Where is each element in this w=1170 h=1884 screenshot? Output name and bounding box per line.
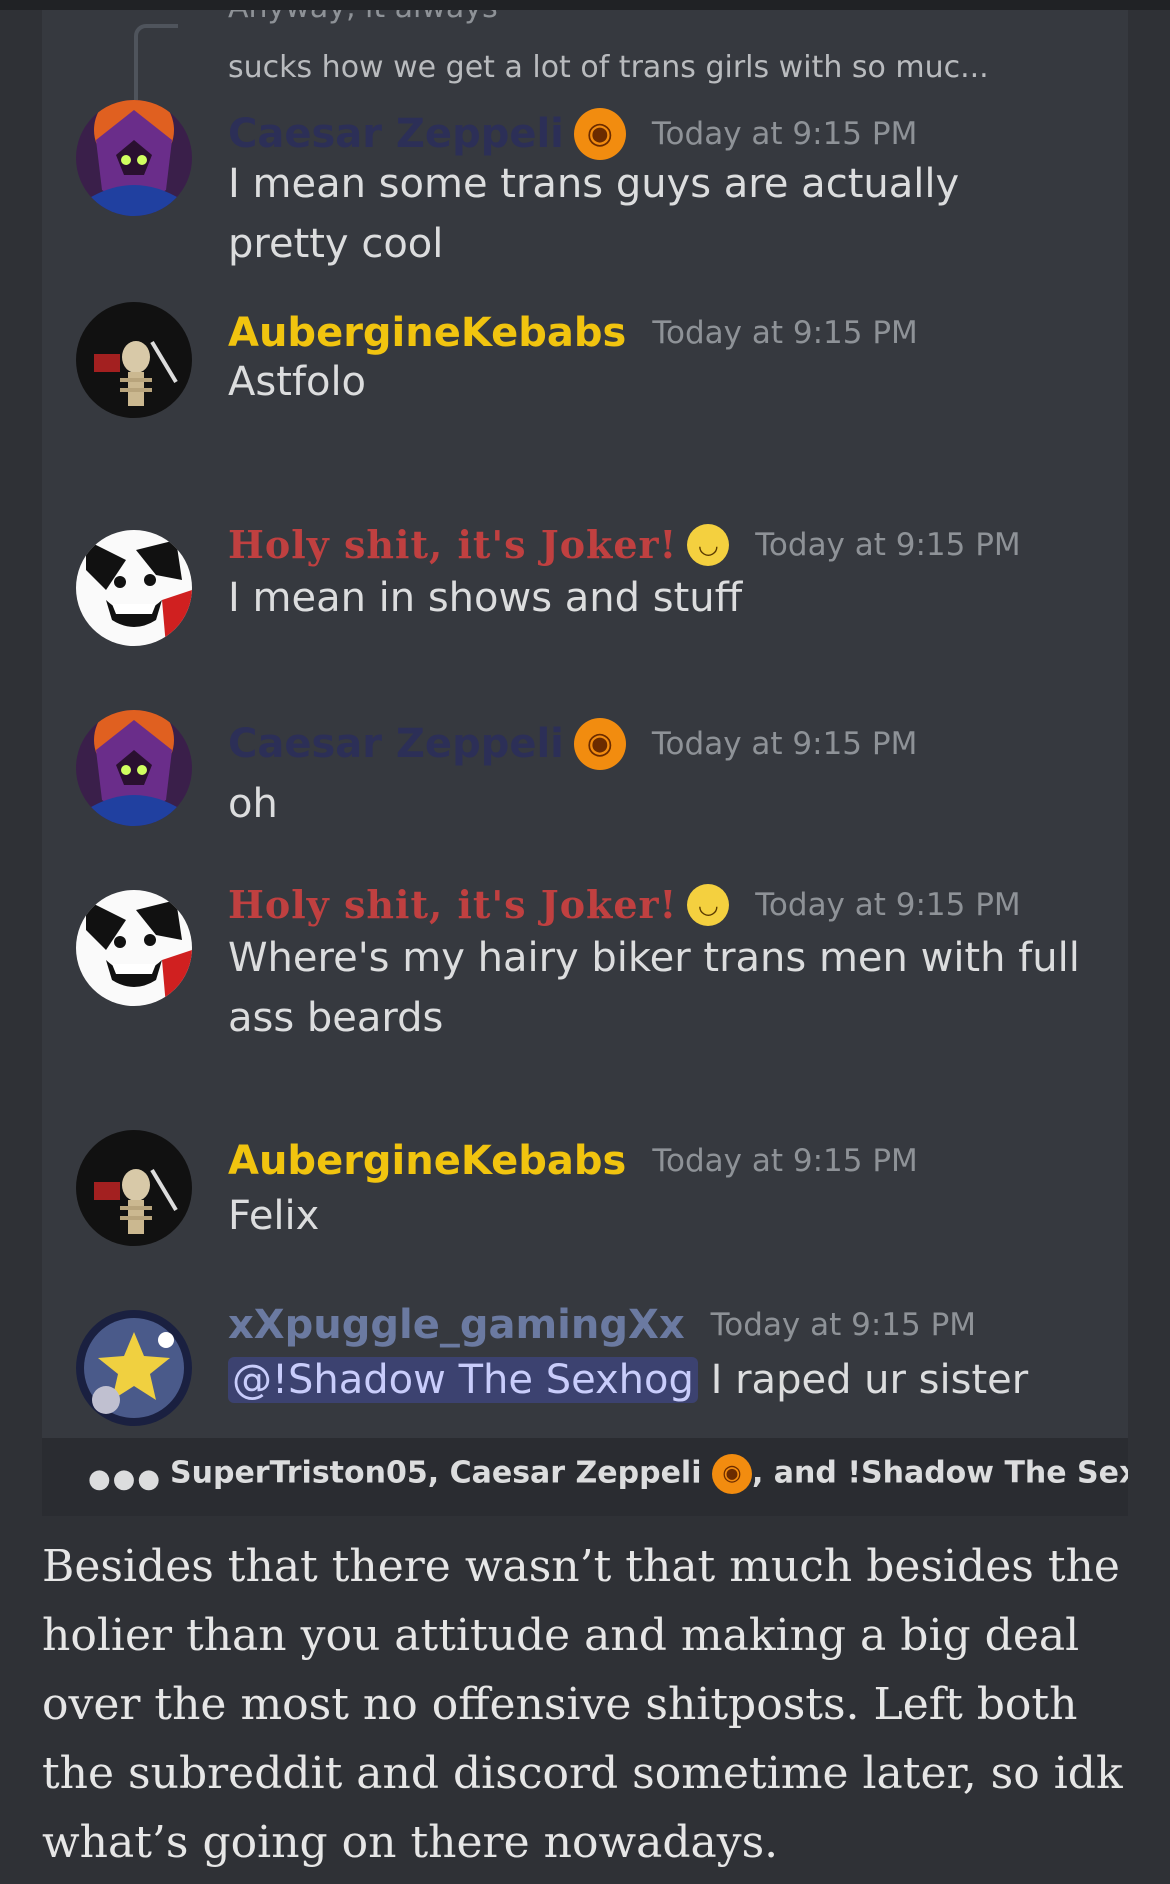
pumpkin-icon: ◉ — [711, 1454, 752, 1494]
message-header: xXpuggle_gamingXx Today at 9:15 PM — [228, 1302, 976, 1348]
message-text-content: I raped ur sister — [710, 1357, 1029, 1403]
username[interactable]: Caesar Zeppeli — [228, 111, 564, 157]
timestamp[interactable]: Today at 9:15 PM — [652, 116, 917, 152]
message-header: Holy shit, it's Joker! ◡ Today at 9:15 PM — [228, 882, 1021, 927]
avatar[interactable] — [76, 530, 192, 646]
message-text: I mean in shows and stuff — [228, 575, 743, 621]
message-header: Caesar Zeppeli ◉ Today at 9:15 PM — [228, 718, 917, 770]
username[interactable]: Holy shit, it's Joker! — [228, 522, 677, 567]
message-header: AubergineKebabs Today at 9:15 PM — [228, 310, 918, 356]
avatar[interactable] — [76, 1130, 192, 1246]
top-bar — [0, 0, 1170, 10]
message-text: Astfolo — [228, 359, 367, 405]
avatar[interactable] — [76, 1310, 192, 1426]
typing-indicator: ●●● SuperTriston05, Caesar Zeppeli ◉, an… — [42, 1438, 1128, 1516]
avatar[interactable] — [76, 302, 192, 418]
username[interactable]: xXpuggle_gamingXx — [228, 1302, 685, 1348]
username[interactable]: AubergineKebabs — [228, 310, 626, 356]
message-header: Holy shit, it's Joker! ◡ Today at 9:15 PM — [228, 522, 1021, 567]
pumpkin-icon: ◉ — [573, 718, 626, 770]
pumpkin-icon: ◉ — [573, 108, 626, 160]
reply-cut-text: Anyway, it always — [228, 10, 498, 25]
username[interactable]: Caesar Zeppeli — [228, 721, 564, 767]
timestamp[interactable]: Today at 9:15 PM — [652, 1143, 917, 1179]
message-header: AubergineKebabs Today at 9:15 PM — [228, 1138, 918, 1184]
typing-text: SuperTriston05, Caesar Zeppeli ◉, and !S… — [170, 1454, 1128, 1494]
message-text: I mean some trans guys are actually pret… — [228, 161, 960, 267]
user-mention[interactable]: @!Shadow The Sexhog — [228, 1357, 698, 1403]
typing-dots-icon: ●●● — [88, 1464, 163, 1494]
laughing-emoji-icon: ◡ — [687, 883, 730, 926]
timestamp[interactable]: Today at 9:15 PM — [755, 527, 1020, 563]
message-text: Felix — [228, 1193, 320, 1239]
message-text: Where's my hairy biker trans men with fu… — [228, 935, 1080, 1041]
timestamp[interactable]: Today at 9:15 PM — [652, 726, 917, 762]
reply-preview-text: sucks how we get a lot of trans girls wi… — [228, 50, 989, 85]
post-body-text: Besides that there wasn’t that much besi… — [42, 1541, 1123, 1868]
message-header: Caesar Zeppeli ◉ Today at 9:15 PM — [228, 108, 917, 160]
timestamp[interactable]: Today at 9:15 PM — [711, 1307, 976, 1343]
message-text: oh — [228, 781, 278, 827]
discord-chat-screenshot: Anyway, it always sucks how we get a lot… — [42, 10, 1128, 1516]
laughing-emoji-icon: ◡ — [687, 523, 730, 566]
message-text: @!Shadow The Sexhog I raped ur sister — [228, 1350, 1088, 1410]
username[interactable]: AubergineKebabs — [228, 1138, 626, 1184]
avatar[interactable] — [76, 890, 192, 1006]
username[interactable]: Holy shit, it's Joker! — [228, 882, 677, 927]
avatar[interactable] — [76, 100, 192, 216]
timestamp[interactable]: Today at 9:15 PM — [652, 315, 917, 351]
avatar[interactable] — [76, 710, 192, 826]
timestamp[interactable]: Today at 9:15 PM — [755, 887, 1020, 923]
